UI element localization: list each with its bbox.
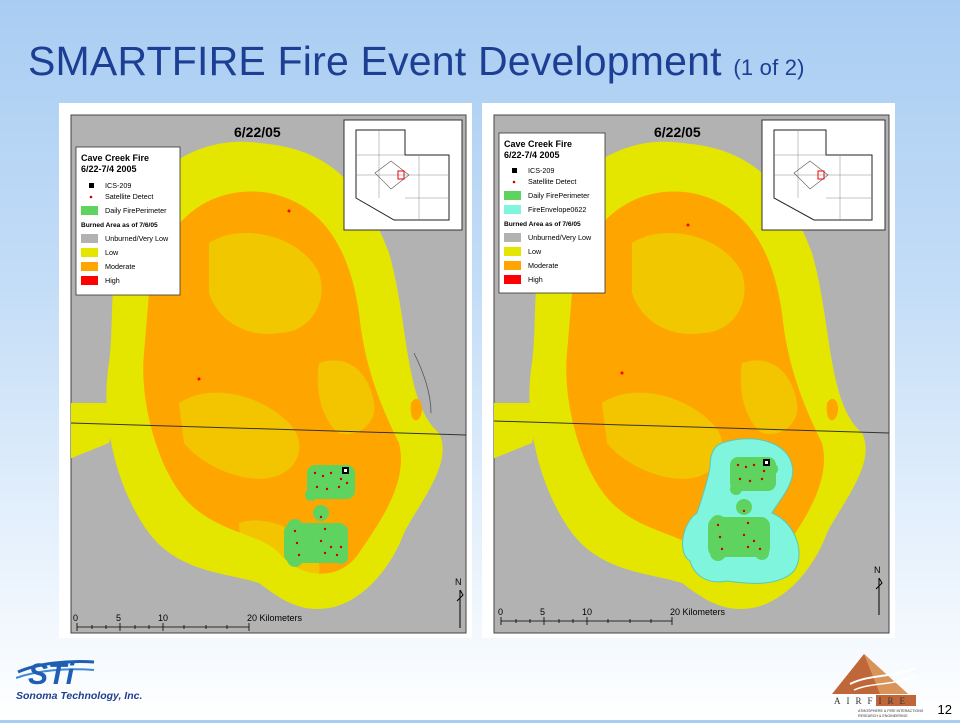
- fire-map-right: Cave Creek Fire 6/22-7/4 2005 ICS-209 Sa…: [493, 114, 890, 634]
- legend-class-moderate: Moderate: [528, 261, 558, 270]
- fire-map-left: Cave Creek Fire 6/22-7/4 2005 ICS-209 Sa…: [70, 114, 467, 634]
- airfire-tagline-2: RESEARCH & ENGINEERING: [858, 714, 908, 718]
- scale-tick-0: 0: [73, 613, 78, 623]
- map-date: 6/22/05: [234, 124, 281, 140]
- airfire-tagline-1: ATMOSPHERE & FIRE INTERACTIONS: [858, 709, 924, 713]
- map-panel-left: Cave Creek Fire 6/22-7/4 2005 ICS-209 Sa…: [59, 103, 472, 638]
- legend-class-high: High: [105, 276, 120, 285]
- scale-tick-10: 10: [158, 613, 168, 623]
- north-label: N: [874, 565, 881, 575]
- legend-burned-header: Burned Area as of 7/6/05: [504, 221, 581, 228]
- slide-title-suffix: (1 of 2): [733, 55, 805, 80]
- scale-tick-20: 20 Kilometers: [670, 607, 726, 617]
- slide-title-main: SMARTFIRE Fire Event Development: [28, 38, 722, 84]
- legend-title-line1: Cave Creek Fire: [81, 153, 149, 163]
- north-label: N: [455, 577, 462, 587]
- map-panel-right: Cave Creek Fire 6/22-7/4 2005 ICS-209 Sa…: [482, 103, 895, 638]
- legend-class-low: Low: [105, 248, 119, 257]
- legend-satellite: Satellite Detect: [105, 192, 153, 201]
- sti-mark: STi: [28, 658, 75, 691]
- legend-burned-header: Burned Area as of 7/6/05: [81, 222, 158, 229]
- scale-tick-5: 5: [116, 613, 121, 623]
- airfire-name: AIRFIRE: [834, 696, 911, 706]
- arizona-inset-map: [343, 119, 463, 231]
- legend-title-line2: 6/22-7/4 2005: [81, 164, 137, 174]
- legend-satellite: Satellite Detect: [528, 177, 576, 186]
- legend-class-high: High: [528, 275, 543, 284]
- arizona-inset-map: [761, 119, 886, 231]
- legend-perimeter: Daily FirePerimeter: [528, 191, 590, 200]
- legend-ics: ICS-209: [528, 166, 554, 175]
- legend-class-moderate: Moderate: [105, 262, 135, 271]
- legend-ics: ICS-209: [105, 181, 131, 190]
- scale-tick-0: 0: [498, 607, 503, 617]
- scale-tick-10: 10: [582, 607, 592, 617]
- scale-tick-20: 20 Kilometers: [247, 613, 303, 623]
- airfire-mountain-icon: [832, 654, 917, 694]
- page-number: 12: [937, 702, 952, 717]
- slide-title: SMARTFIRE Fire Event Development (1 of 2…: [28, 38, 805, 85]
- map-date: 6/22/05: [654, 124, 701, 140]
- legend-class-unburned: Unburned/Very Low: [105, 234, 169, 243]
- sti-company-name: Sonoma Technology, Inc.: [16, 690, 142, 702]
- map-legend: Cave Creek Fire 6/22-7/4 2005 ICS-209 Sa…: [75, 146, 181, 296]
- sti-logo: STi Sonoma Technology, Inc.: [15, 650, 156, 706]
- legend-perimeter: Daily FirePerimeter: [105, 206, 167, 215]
- legend-class-low: Low: [528, 247, 542, 256]
- legend-class-unburned: Unburned/Very Low: [528, 233, 592, 242]
- scale-tick-5: 5: [540, 607, 545, 617]
- legend-title-line2: 6/22-7/4 2005: [504, 150, 560, 160]
- airfire-logo: AIRFIRE ATMOSPHERE & FIRE INTERACTIONS R…: [820, 646, 932, 718]
- legend-title-line1: Cave Creek Fire: [504, 139, 572, 149]
- legend-envelope: FireEnvelope0622: [528, 205, 586, 214]
- map-legend: Cave Creek Fire 6/22-7/4 2005 ICS-209 Sa…: [498, 132, 606, 294]
